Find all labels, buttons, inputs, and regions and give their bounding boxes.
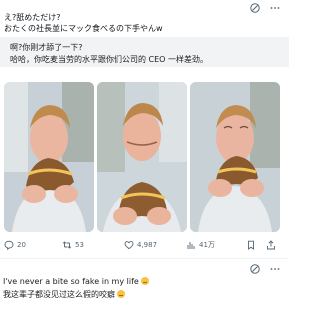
reply-text-line-1: I've never a bite so fake in my life — [3, 276, 149, 287]
translation-line-1: 啊?你刚才舔了一下? — [10, 43, 83, 52]
video-frame-3[interactable] — [190, 82, 280, 232]
translation-box: 啊?你刚才舔了一下? 哈哈，你吃麦当劳的水平跟你们公司的 CEO 一样差劲。 — [0, 37, 289, 67]
reply-top-actions — [249, 263, 281, 275]
video-frame-1[interactable] — [4, 82, 94, 232]
repost-icon — [62, 240, 72, 250]
repost-action[interactable]: 53 — [62, 238, 84, 252]
heart-icon — [124, 240, 134, 250]
reply-post: I've never a bite so fake in my life 我这辈… — [0, 259, 289, 309]
views-count: 41万 — [199, 241, 215, 249]
tweet-post: え?舐めただけ? おたくの社長並にマック食べるの下手やんw 啊?你刚才舔了一下?… — [0, 0, 289, 254]
like-action[interactable]: 4,987 — [124, 238, 157, 252]
tweet-action-bar: 20 53 4,987 41万 — [0, 238, 289, 254]
views-action[interactable]: 41万 — [186, 238, 215, 252]
media-grid — [4, 82, 280, 232]
video-frame-2[interactable] — [97, 82, 187, 232]
reply-action[interactable]: 20 — [4, 238, 26, 252]
views-icon — [186, 240, 196, 250]
reply-count: 20 — [17, 241, 26, 249]
more-icon[interactable] — [269, 2, 281, 14]
like-count: 4,987 — [137, 241, 158, 249]
grok-icon[interactable] — [249, 263, 261, 275]
laughing-emoji-icon — [140, 277, 149, 285]
share-icon — [266, 240, 276, 250]
bookmark-icon — [246, 240, 256, 250]
grok-icon[interactable] — [249, 2, 261, 14]
translation-line-2: 哈哈，你吃麦当劳的水平跟你们公司的 CEO 一样差劲。 — [10, 55, 209, 64]
repost-count: 53 — [75, 241, 84, 249]
reply-text-1: I've never a bite so fake in my life — [3, 277, 139, 286]
reply-text-2: 我这辈子都没见过这么假的咬癖 — [3, 290, 115, 299]
tweet-text-line-1: え?舐めただけ? — [4, 13, 61, 22]
tweet-header: え?舐めただけ? おたくの社長並にマック食べるの下手やんw — [0, 0, 289, 36]
reply-text-line-2: 我这辈子都没见过这么假的咬癖 — [3, 289, 125, 300]
more-icon[interactable] — [269, 263, 281, 275]
tweet-text-line-2: おたくの社長並にマック食べるの下手やんw — [4, 24, 163, 33]
share-action[interactable] — [266, 238, 276, 252]
reply-icon — [4, 240, 14, 250]
bookmark-action[interactable] — [246, 238, 256, 252]
tweet-top-actions — [249, 2, 281, 14]
laughing-emoji-icon — [117, 290, 125, 298]
